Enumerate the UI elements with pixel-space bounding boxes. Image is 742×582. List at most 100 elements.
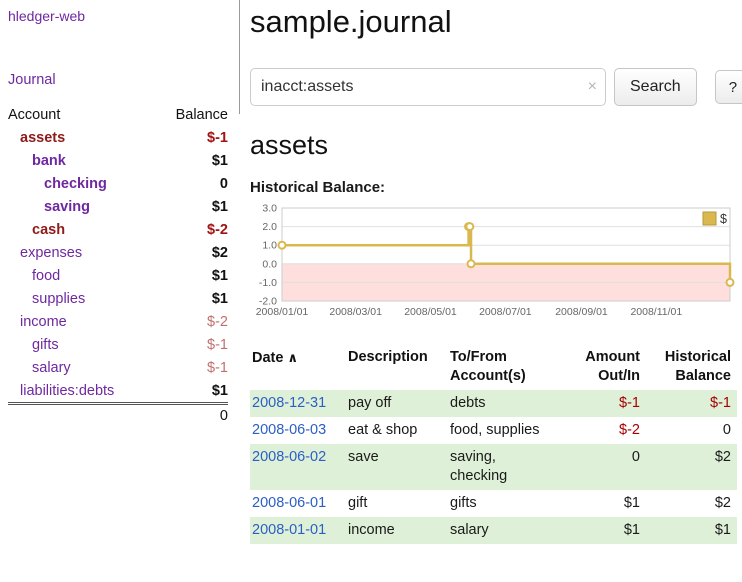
transaction-amount: $-2 <box>576 417 646 444</box>
search-form: × Search ? <box>250 68 742 106</box>
search-input[interactable] <box>250 68 606 106</box>
transaction-date-link[interactable]: 2008-12-31 <box>252 395 326 411</box>
sort-ascending-icon: ∧ <box>287 350 298 365</box>
register-row: 2008-06-03 eat & shop food, supplies $-2… <box>250 417 737 444</box>
transaction-date-link[interactable]: 2008-06-03 <box>252 422 326 438</box>
help-button[interactable]: ? <box>715 70 742 104</box>
accounts-header-account: Account <box>8 104 155 126</box>
transaction-balance: $1 <box>646 517 737 544</box>
accounts-header-row: Account Balance <box>8 104 228 126</box>
register-header-amount: Amount Out/In <box>576 346 646 390</box>
svg-text:2008/05/01: 2008/05/01 <box>404 306 457 318</box>
accounts-table-body: assets $-1 bank $1 checking 0 saving $1 … <box>8 126 228 404</box>
register-header-accounts: To/From Account(s) <box>448 346 576 390</box>
account-row: gifts $-1 <box>8 333 228 356</box>
register-header-description: Description <box>346 346 448 390</box>
transaction-description: gift <box>346 490 448 517</box>
transaction-description: save <box>346 444 448 490</box>
register-row: 2008-06-02 save saving, checking 0 $2 <box>250 444 737 490</box>
account-row: supplies $1 <box>8 287 228 310</box>
accounts-total-balance: 0 <box>155 404 228 428</box>
transaction-description: eat & shop <box>346 417 448 444</box>
svg-text:2008/11/01: 2008/11/01 <box>630 306 682 318</box>
account-row: salary $-1 <box>8 356 228 379</box>
register-row: 2008-06-01 gift gifts $1 $2 <box>250 490 737 517</box>
transaction-amount: 0 <box>576 444 646 490</box>
account-balance: $1 <box>155 264 228 287</box>
account-link[interactable]: bank <box>8 153 66 169</box>
account-heading: assets <box>250 130 742 161</box>
transaction-date-link[interactable]: 2008-06-01 <box>252 495 326 511</box>
transaction-balance: 0 <box>646 417 737 444</box>
account-link[interactable]: supplies <box>8 291 85 307</box>
transaction-balance: $2 <box>646 490 737 517</box>
brand-link[interactable]: hledger-web <box>8 8 85 24</box>
account-row: income $-2 <box>8 310 228 333</box>
nav-journal-link[interactable]: Journal <box>8 72 228 88</box>
transaction-date-link[interactable]: 2008-06-02 <box>252 449 326 465</box>
account-balance: $1 <box>155 379 228 404</box>
account-row: liabilities:debts $1 <box>8 379 228 404</box>
account-link[interactable]: salary <box>8 360 71 376</box>
register-header-row: Date∧ Description To/From Account(s) Amo… <box>250 346 737 390</box>
accounts-header-balance: Balance <box>155 104 228 126</box>
account-link[interactable]: income <box>8 314 67 330</box>
transaction-accounts: food, supplies <box>448 417 576 444</box>
account-link[interactable]: saving <box>8 199 90 215</box>
svg-text:0.0: 0.0 <box>262 258 277 270</box>
account-link[interactable]: assets <box>8 130 65 146</box>
account-link[interactable]: checking <box>8 176 107 192</box>
hledger-web-app: hledger-web Journal Account Balance asse… <box>0 0 742 582</box>
register-header-date[interactable]: Date∧ <box>250 346 346 390</box>
account-link[interactable]: cash <box>8 222 65 238</box>
account-row: assets $-1 <box>8 126 228 149</box>
svg-text:2008/09/01: 2008/09/01 <box>555 306 608 318</box>
historical-balance-chart: 3.02.01.00.0-1.0-2.02008/01/012008/03/01… <box>250 200 737 326</box>
sidebar: hledger-web Journal Account Balance asse… <box>0 0 240 582</box>
account-row: checking 0 <box>8 172 228 195</box>
transaction-balance: $-1 <box>646 390 737 417</box>
register-body: 2008-12-31 pay off debts $-1 $-1 2008-06… <box>250 390 737 544</box>
transaction-balance: $2 <box>646 444 737 490</box>
transaction-date-link[interactable]: 2008-01-01 <box>252 522 326 538</box>
account-link[interactable]: food <box>8 268 60 284</box>
register-row: 2008-12-31 pay off debts $-1 $-1 <box>250 390 737 417</box>
transaction-amount: $-1 <box>576 390 646 417</box>
transaction-amount: $1 <box>576 517 646 544</box>
page-title: sample.journal <box>250 4 742 40</box>
svg-text:$: $ <box>720 212 727 226</box>
search-button[interactable]: Search <box>614 68 697 106</box>
account-link[interactable]: gifts <box>8 337 59 353</box>
account-balance: $-2 <box>155 218 228 241</box>
clear-search-icon[interactable]: × <box>588 77 597 97</box>
svg-text:3.0: 3.0 <box>262 203 277 215</box>
transaction-accounts: debts <box>448 390 576 417</box>
account-balance: $1 <box>155 287 228 310</box>
accounts-total-row: 0 <box>8 404 228 428</box>
account-row: bank $1 <box>8 149 228 172</box>
account-row: expenses $2 <box>8 241 228 264</box>
accounts-table: Account Balance assets $-1 bank $1 check… <box>8 104 228 428</box>
register-row: 2008-01-01 income salary $1 $1 <box>250 517 737 544</box>
main-content: sample.journal × Search ? assets Histori… <box>240 0 742 582</box>
account-row: saving $1 <box>8 195 228 218</box>
account-link[interactable]: expenses <box>8 245 82 261</box>
account-balance: $-1 <box>155 333 228 356</box>
transaction-accounts: salary <box>448 517 576 544</box>
transaction-amount: $1 <box>576 490 646 517</box>
register-header-balance: Historical Balance <box>646 346 737 390</box>
search-box: × <box>250 68 606 106</box>
account-balance: $-1 <box>155 126 228 149</box>
account-row: cash $-2 <box>8 218 228 241</box>
account-balance: $-2 <box>155 310 228 333</box>
svg-text:-1.0: -1.0 <box>259 277 277 289</box>
svg-text:2.0: 2.0 <box>262 221 277 233</box>
chart-title: Historical Balance: <box>250 179 742 196</box>
register-table: Date∧ Description To/From Account(s) Amo… <box>250 346 737 544</box>
transaction-accounts: saving, checking <box>448 444 576 490</box>
account-balance: 0 <box>155 172 228 195</box>
account-balance: $1 <box>155 195 228 218</box>
account-link[interactable]: liabilities:debts <box>8 383 114 399</box>
svg-text:2008/07/01: 2008/07/01 <box>479 306 532 318</box>
account-balance: $2 <box>155 241 228 264</box>
